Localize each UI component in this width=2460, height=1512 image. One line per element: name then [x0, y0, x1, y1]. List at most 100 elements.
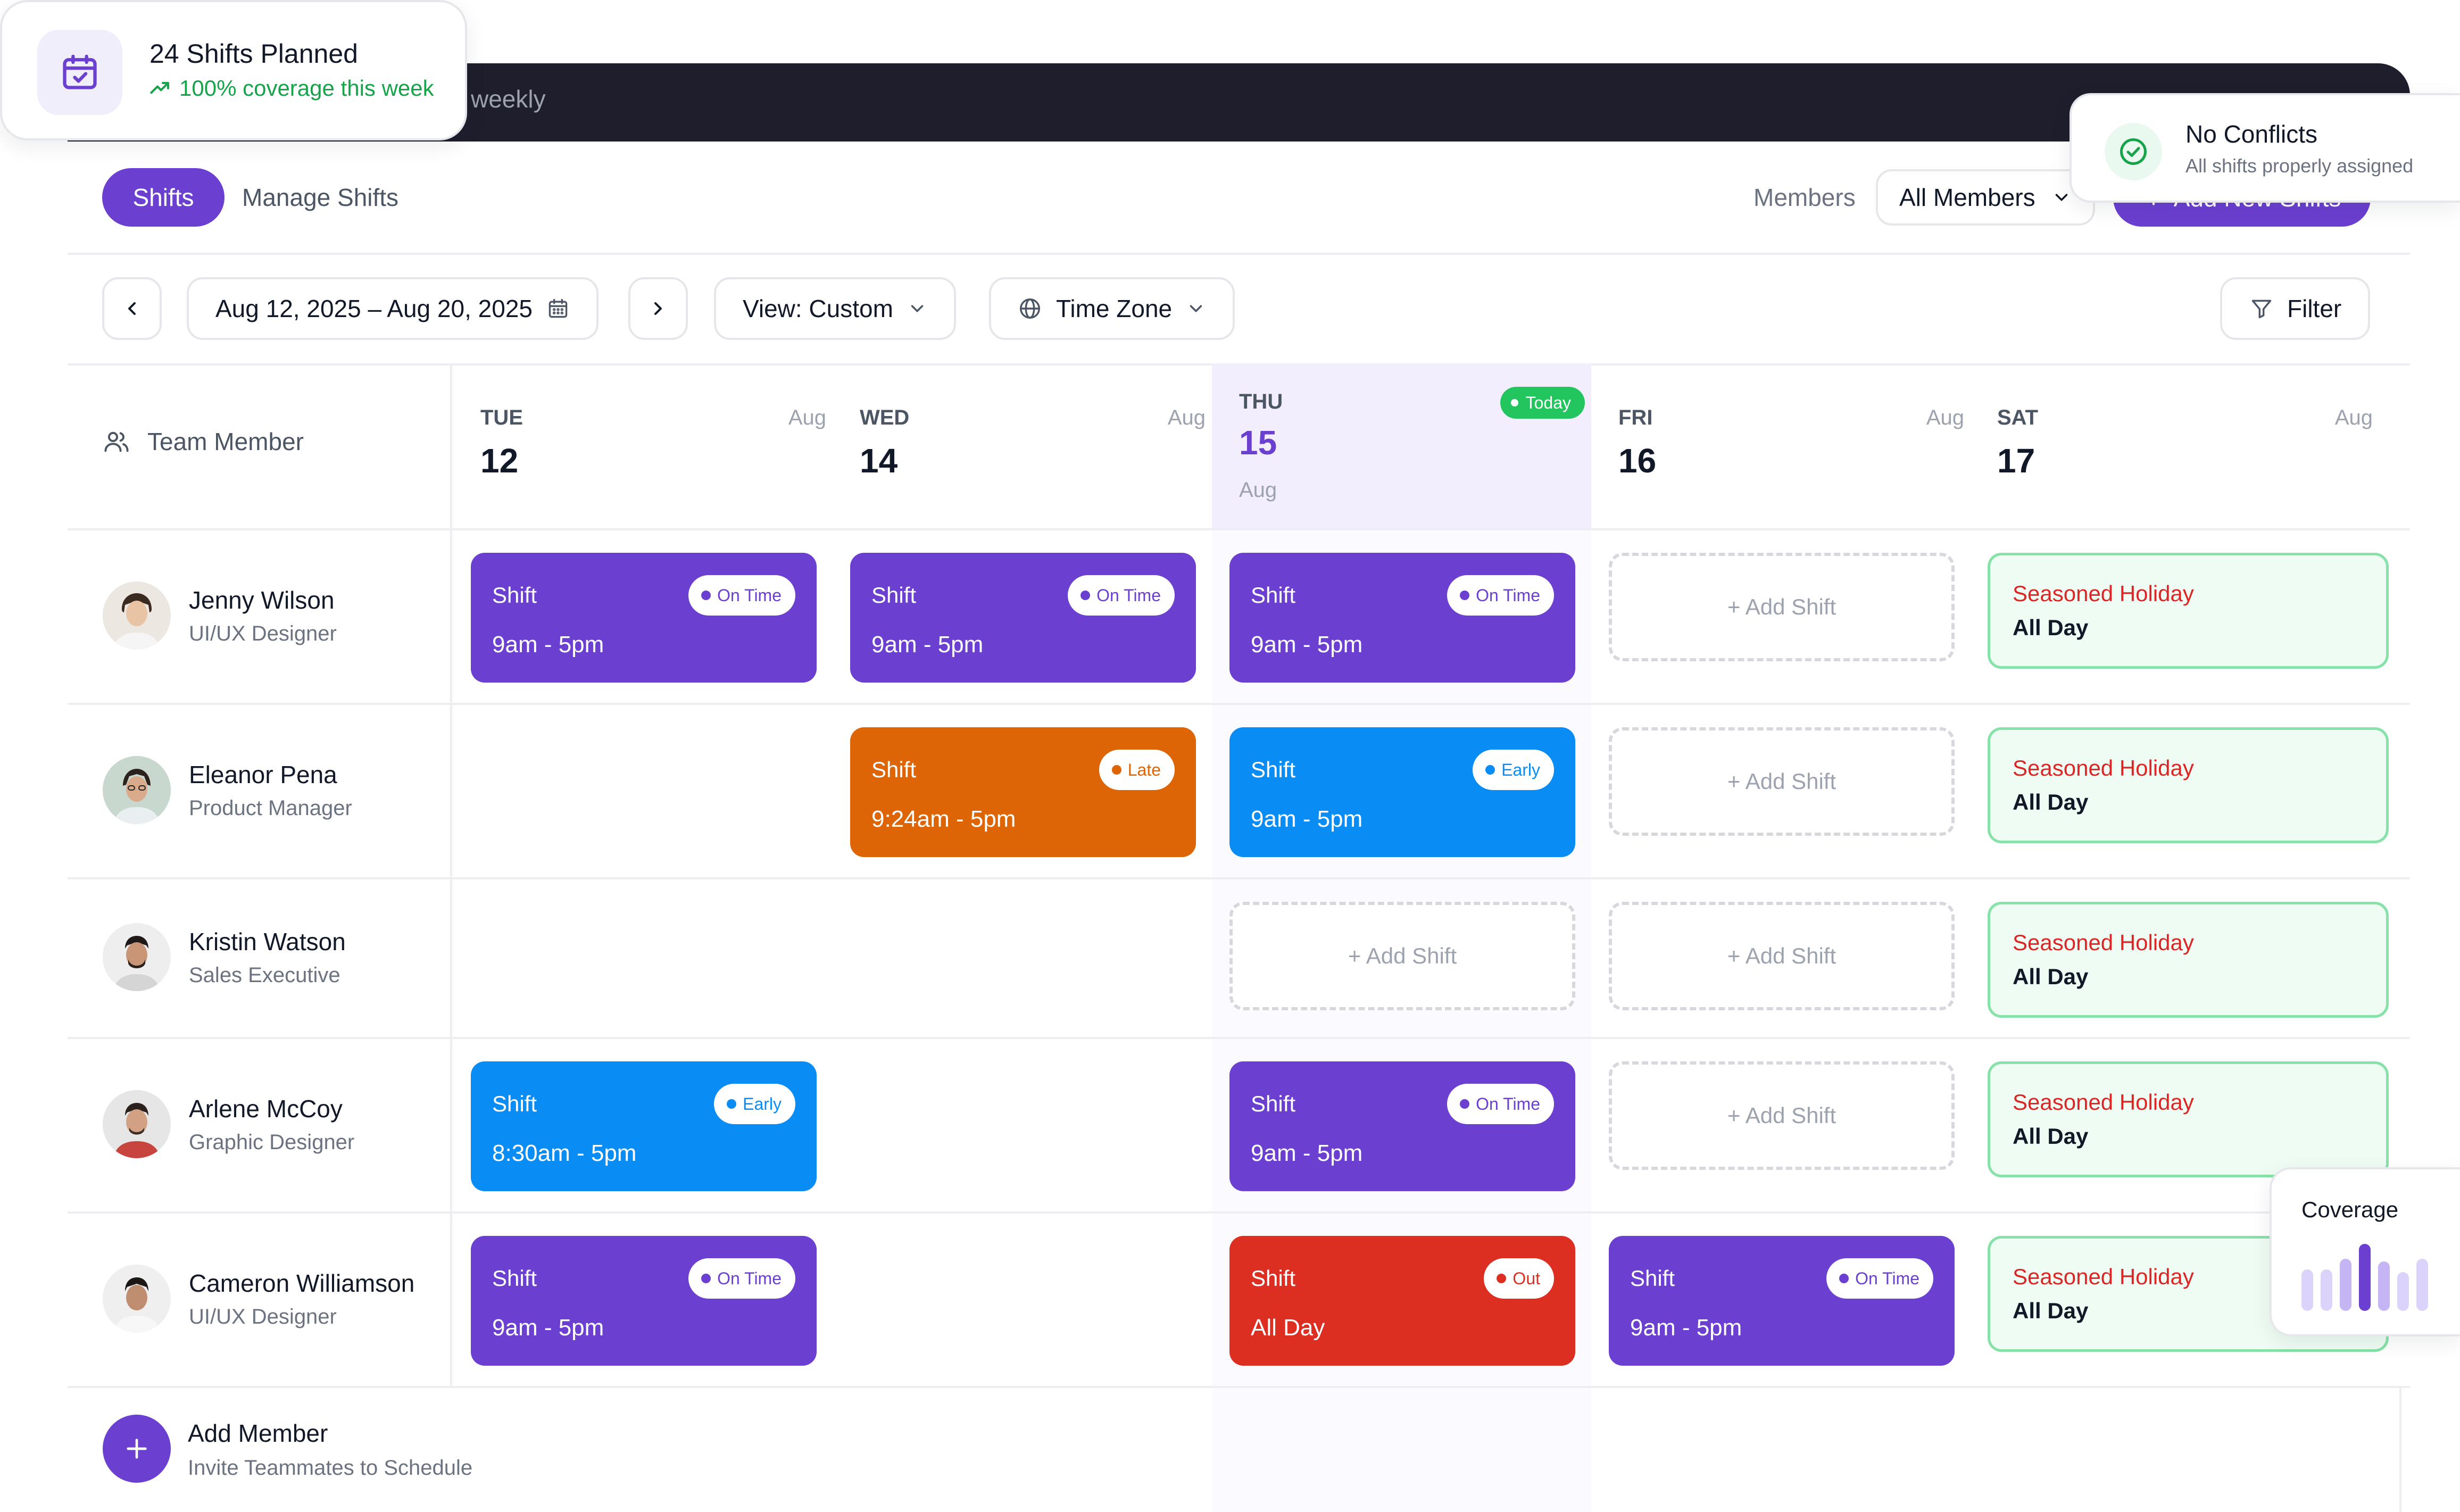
tab-shifts-label: Shifts	[132, 184, 194, 211]
filter-icon	[2251, 300, 2272, 319]
member-row-jenny-wilson[interactable]: Jenny Wilson UI/UX Designer	[103, 581, 337, 650]
tab-manage-shifts[interactable]: Manage Shifts	[242, 168, 398, 227]
add-member-button[interactable]	[103, 1415, 171, 1483]
member-row-eleanor-pena[interactable]: Eleanor Pena Product Manager	[103, 756, 352, 824]
day-number: 16	[1618, 442, 1657, 480]
add-shift-button[interactable]: + Add Shift	[1609, 902, 1955, 1010]
shift-label: Shift	[1630, 1266, 1675, 1291]
dot-icon	[1485, 765, 1495, 775]
member-role: Sales Executive	[189, 963, 340, 987]
trend-up-icon	[150, 82, 169, 94]
shift-card[interactable]: Shift On Time 9am - 5pm	[471, 1236, 817, 1366]
shift-card[interactable]: Shift Out All Day	[1229, 1236, 1575, 1366]
shift-label: Shift	[871, 583, 917, 608]
dot-icon	[1081, 591, 1091, 600]
shift-label: Shift	[492, 583, 537, 608]
today-badge-label: Today	[1525, 393, 1571, 412]
holiday-card[interactable]: Seasoned Holiday All Day	[1988, 902, 2389, 1018]
next-week-button[interactable]	[628, 277, 688, 340]
day-of-week: THU	[1239, 390, 1283, 413]
shift-label: Shift	[1251, 1266, 1296, 1291]
status-badge-label: On Time	[717, 1268, 782, 1288]
status-badge-label: On Time	[1855, 1268, 1919, 1288]
chevron-right-icon	[654, 302, 662, 315]
day-month: Aug	[1926, 406, 1964, 429]
day-of-week: WED	[860, 406, 910, 429]
view-dropdown[interactable]: View: Custom	[714, 277, 956, 340]
status-badge: On Time	[1068, 575, 1175, 616]
column-divider	[450, 363, 452, 1387]
shift-card[interactable]: Shift On Time 9am - 5pm	[471, 553, 817, 683]
row-divider	[68, 528, 2410, 530]
holiday-card[interactable]: Seasoned Holiday All Day	[1988, 553, 2389, 669]
members-label: Members	[1753, 184, 1856, 211]
add-shift-button[interactable]: + Add Shift	[1609, 727, 1955, 836]
dot-icon	[1497, 1274, 1507, 1283]
coverage-bar	[2416, 1259, 2428, 1311]
holiday-card[interactable]: Seasoned Holiday All Day	[1988, 727, 2389, 843]
team-member-header: Team Member	[103, 427, 304, 456]
shift-card[interactable]: Shift On Time 9am - 5pm	[850, 553, 1196, 683]
status-badge: Early	[714, 1084, 795, 1124]
row-divider	[68, 1211, 2410, 1214]
shift-time: 9am - 5pm	[871, 632, 984, 658]
header-weekly-text: weekly	[471, 85, 546, 113]
status-badge-label: On Time	[1476, 585, 1540, 605]
calendar-icon	[548, 298, 568, 318]
shift-label: Shift	[1251, 757, 1296, 782]
date-range-text: Aug 12, 2025 – Aug 20, 2025	[215, 295, 533, 322]
member-name: Arlene McCoy	[189, 1094, 343, 1123]
day-header-sat: SAT Aug 17	[1997, 363, 2373, 528]
shift-time: 9am - 5pm	[492, 632, 604, 658]
timezone-dropdown-label: Time Zone	[1056, 295, 1173, 322]
holiday-name: Seasoned Holiday	[2013, 930, 2194, 955]
coverage-card: Coverage	[2270, 1167, 2460, 1336]
member-row-kristin-watson[interactable]: Kristin Watson Sales Executive	[103, 923, 346, 991]
shift-card[interactable]: Shift On Time 9am - 5pm	[1229, 1061, 1575, 1191]
shift-card[interactable]: Shift Early 8:30am - 5pm	[471, 1061, 817, 1191]
holiday-duration: All Day	[2013, 615, 2089, 640]
members-dropdown[interactable]: All Members	[1876, 169, 2095, 226]
filter-button[interactable]: Filter	[2220, 277, 2371, 340]
chevron-down-icon	[1190, 305, 1202, 312]
shifts-planned-card: 24 Shifts Planned 100% coverage this wee…	[0, 0, 467, 140]
shift-time: All Day	[1251, 1315, 1325, 1341]
row-divider	[68, 1386, 2410, 1388]
holiday-duration: All Day	[2013, 1124, 2089, 1149]
timezone-dropdown[interactable]: Time Zone	[989, 277, 1235, 340]
tab-shifts[interactable]: Shifts	[102, 168, 225, 227]
no-conflicts-title: No Conflicts	[2185, 120, 2317, 148]
dot-icon	[727, 1099, 737, 1109]
status-badge: Out	[1484, 1258, 1554, 1299]
day-number: 17	[1997, 442, 2035, 480]
chevron-down-icon	[911, 305, 924, 312]
add-member-text[interactable]: Add Member Invite Teammates to Schedule	[188, 1419, 472, 1480]
shift-card[interactable]: Shift On Time 9am - 5pm	[1229, 553, 1575, 683]
filter-label: Filter	[2287, 295, 2342, 322]
shift-card[interactable]: Shift On Time 9am - 5pm	[1609, 1236, 1955, 1366]
shift-label: Shift	[871, 757, 917, 782]
holiday-duration: All Day	[2013, 790, 2089, 815]
day-month: Aug	[2334, 406, 2373, 429]
holiday-name: Seasoned Holiday	[2013, 581, 2194, 606]
add-shift-button[interactable]: + Add Shift	[1229, 902, 1575, 1010]
prev-week-button[interactable]	[102, 277, 162, 340]
avatar	[103, 581, 171, 650]
add-shift-button[interactable]: + Add Shift	[1609, 553, 1955, 661]
shift-card[interactable]: Shift Early 9am - 5pm	[1229, 727, 1575, 857]
coverage-bars	[2301, 1244, 2428, 1311]
shift-time: 9am - 5pm	[1251, 806, 1363, 832]
coverage-bar	[2340, 1259, 2351, 1311]
date-range-picker[interactable]: Aug 12, 2025 – Aug 20, 2025	[187, 277, 599, 340]
holiday-card[interactable]: Seasoned Holiday All Day	[1988, 1061, 2389, 1177]
users-icon	[104, 431, 129, 452]
holiday-name: Seasoned Holiday	[2013, 1264, 2194, 1289]
holiday-duration: All Day	[2013, 964, 2089, 989]
add-shift-button[interactable]: + Add Shift	[1609, 1061, 1955, 1170]
shift-card[interactable]: Shift Late 9:24am - 5pm	[850, 727, 1196, 857]
coverage-trend: 100% coverage this week	[149, 76, 434, 101]
status-badge-label: Early	[743, 1094, 782, 1114]
status-badge: On Time	[688, 575, 795, 616]
member-row-cameron-williamson[interactable]: Cameron Williamson UI/UX Designer	[103, 1265, 414, 1333]
member-row-arlene-mccoy[interactable]: Arlene McCoy Graphic Designer	[103, 1090, 354, 1158]
